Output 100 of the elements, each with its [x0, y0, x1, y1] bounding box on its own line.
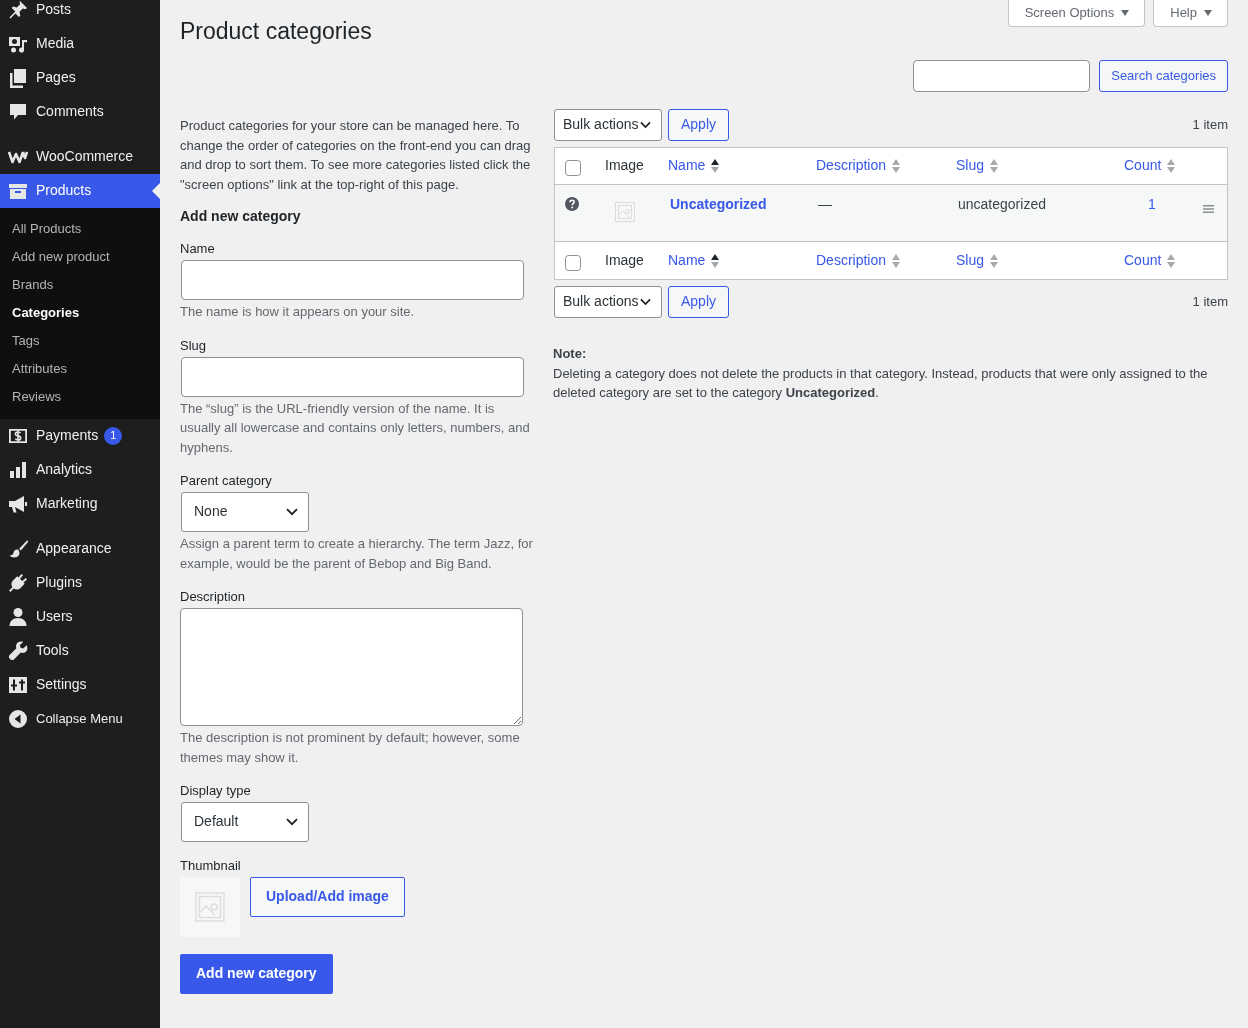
sort-arrows-icon	[990, 159, 999, 173]
sort-arrows-icon	[711, 159, 720, 173]
intro-text: Product categories for your store can be managed here. To change the order of categories on the front-end you can drag and drop to sort them. To see more categories listed click the "screen options" link at the top-right of this page.	[180, 117, 532, 194]
image-placeholder-icon	[195, 892, 225, 922]
field-label: Parent category	[180, 472, 273, 490]
screen-meta-toggle[interactable]: Screen Options	[1007, 0, 1146, 27]
sort-arrows-icon	[1167, 159, 1176, 173]
sidebar-menu-item[interactable]: Analytics	[0, 453, 160, 487]
search-button[interactable]: Search categories	[1099, 60, 1228, 92]
speech-bubble-icon	[8, 102, 28, 122]
chevron-down-icon	[286, 508, 298, 516]
caret-down-icon	[1121, 10, 1130, 16]
table-cell: uncategorized	[946, 185, 1114, 242]
help-text: The name is how it appears on your site.	[180, 303, 416, 321]
sort-arrows-icon	[892, 253, 901, 268]
sort-arrows-icon	[711, 253, 720, 268]
column-header: Image	[604, 250, 645, 270]
sidebar-menu-item[interactable]: Appearance	[0, 532, 160, 566]
sidebar-menu-item[interactable]: Products	[0, 174, 160, 208]
field-label: Display type	[180, 782, 252, 800]
apply-button[interactable]: Apply	[668, 109, 730, 141]
dropdown[interactable]: None	[181, 492, 309, 532]
bulk-actions-dropdown[interactable]: Bulk actions	[554, 286, 662, 318]
wrench-icon	[8, 641, 28, 661]
sort-column-link[interactable]: Name	[668, 156, 720, 176]
person-icon	[8, 607, 28, 627]
sidebar-menu-item[interactable]: Payments 1	[0, 419, 160, 453]
field-label: Slug	[180, 336, 208, 355]
table-cell: —	[806, 185, 946, 242]
page-title: Product categories	[180, 17, 372, 46]
count-badge: 1	[104, 427, 123, 445]
sidebar-menu-item[interactable]: Posts	[0, 0, 160, 27]
apply-button[interactable]: Apply	[668, 286, 730, 318]
plug-icon	[8, 573, 28, 593]
submenu-item[interactable]: Attributes	[0, 355, 67, 383]
submenu-item[interactable]: Brands	[0, 271, 54, 299]
sort-column-link[interactable]: Description	[816, 250, 901, 271]
pages-icon	[8, 68, 28, 88]
note-text: Deleting a category does not delete the products in that category. Instead, products that were only assigned to the deleted category are set to the category Uncategorized.	[553, 364, 1209, 402]
chevron-down-icon	[640, 298, 651, 306]
sidebar-menu-item[interactable]: Marketing	[0, 487, 160, 521]
item-count: 1 item	[1192, 292, 1228, 311]
dollar-bill-icon	[8, 426, 28, 446]
sidebar-menu-item[interactable]: Settings	[0, 668, 160, 702]
text-input-field[interactable]	[181, 260, 524, 300]
help-text: The description is not prominent by default; however, some themes may show it.	[180, 729, 521, 767]
archive-box-icon	[8, 181, 28, 201]
sort-column-link[interactable]: Slug	[956, 250, 999, 271]
drag-handle-icon	[1203, 205, 1214, 214]
current-indicator-icon	[152, 183, 160, 199]
sort-column-link[interactable]: Count	[1124, 156, 1176, 176]
dropdown[interactable]: Default	[181, 802, 309, 842]
pushpin-icon	[8, 0, 28, 20]
field-label: Thumbnail	[180, 857, 242, 875]
chevron-down-icon	[286, 818, 298, 826]
bar-chart-icon	[8, 460, 28, 480]
sidebar-menu-item[interactable]: Users	[0, 600, 160, 634]
note-label: Note:	[553, 345, 588, 363]
help-icon	[565, 197, 579, 212]
sidebar-menu-item[interactable]: Media	[0, 27, 160, 61]
sidebar-menu-item[interactable]: Plugins	[0, 566, 160, 600]
help-text: The “slug” is the URL-friendly version of the name. It is usually all lowercase and contains only letters, numbers, and hyphens.	[180, 399, 531, 457]
screen-meta-toggle[interactable]: Help	[1153, 0, 1228, 27]
field-label: Description	[180, 588, 247, 606]
caret-down-icon	[1204, 10, 1212, 16]
submenu-item[interactable]: Reviews	[0, 383, 62, 411]
submenu-item[interactable]: All Products	[0, 215, 82, 243]
sort-column-link[interactable]: Description	[816, 156, 901, 176]
sidebar-menu-item[interactable]: WooCommerce	[0, 140, 160, 174]
chevron-down-icon	[640, 121, 651, 129]
collapse-menu-button[interactable]: Collapse Menu	[0, 702, 160, 736]
item-count: 1 item	[1192, 115, 1228, 134]
select-all-checkbox[interactable]	[565, 160, 581, 176]
sort-column-link[interactable]: Count	[1124, 250, 1176, 271]
category-name-link[interactable]: Uncategorized	[670, 196, 767, 212]
sort-column-link[interactable]: Name	[668, 250, 720, 271]
sort-arrows-icon	[892, 159, 901, 173]
submenu-item[interactable]: Categories	[0, 299, 80, 327]
paintbrush-icon	[8, 539, 28, 559]
search-field[interactable]	[913, 60, 1091, 92]
help-text: Assign a parent term to create a hierarchy. The term Jazz, for example, would be the parent of Bebop and Big Band.	[180, 535, 534, 573]
submenu-item[interactable]: Add new product	[0, 243, 110, 271]
sidebar-menu-item[interactable]: Tools	[0, 634, 160, 668]
sidebar-menu-item[interactable]: Pages	[0, 61, 160, 95]
submenu-item[interactable]: Tags	[0, 327, 40, 355]
circle-arrow-left-icon	[8, 709, 28, 729]
sidebar-menu-item[interactable]: Comments	[0, 95, 160, 129]
product-total-link[interactable]: 1	[1148, 196, 1156, 212]
textarea-field[interactable]	[180, 608, 523, 726]
field-label: Name	[180, 240, 216, 258]
text-input-field[interactable]	[181, 356, 524, 397]
form-heading: Add new category	[180, 207, 302, 226]
add-category-button[interactable]: Add new category	[180, 954, 333, 994]
upload-image-button[interactable]: Upload/Add image	[250, 877, 405, 917]
sort-column-link[interactable]: Slug	[956, 156, 999, 176]
sort-arrows-icon	[990, 253, 999, 268]
select-all-checkbox[interactable]	[565, 254, 581, 271]
sort-arrows-icon	[1167, 253, 1176, 268]
media-icon	[8, 34, 28, 54]
bulk-actions-dropdown[interactable]: Bulk actions	[554, 109, 662, 141]
